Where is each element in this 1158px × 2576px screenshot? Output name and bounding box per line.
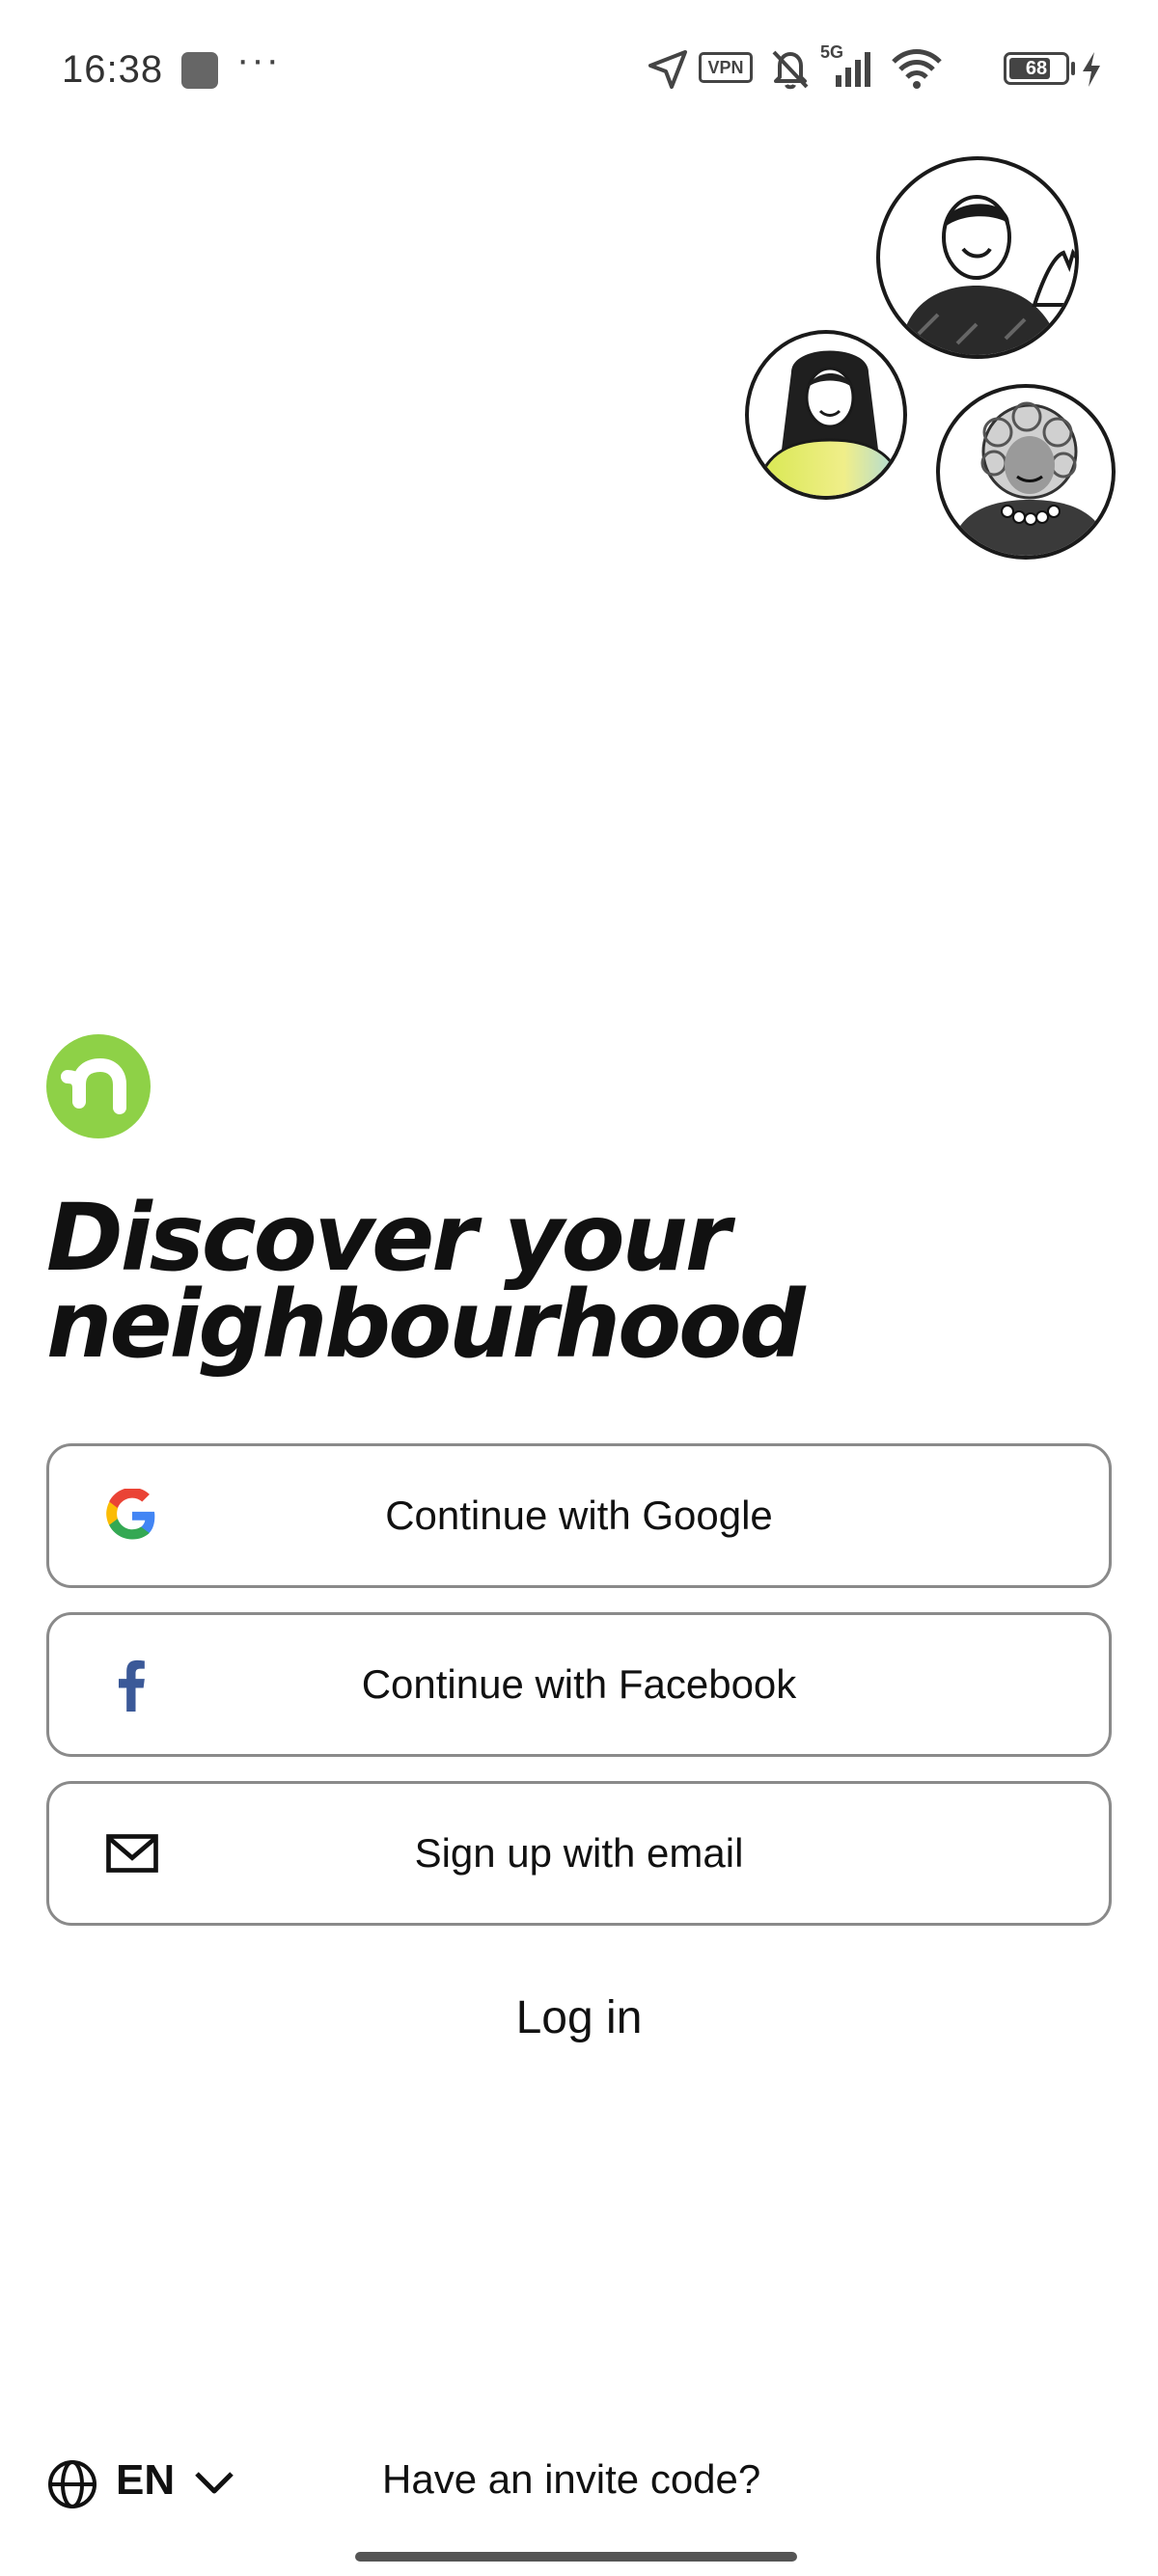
app-notification-icon <box>181 52 218 89</box>
continue-with-facebook-button[interactable]: Continue with Facebook <box>46 1612 1112 1757</box>
status-bar: 16:38 ··· VPN 5G 68 <box>0 0 1158 135</box>
location-arrow-icon <box>648 50 687 89</box>
battery-tip <box>1071 62 1075 75</box>
battery-icon: 68 <box>1004 52 1069 85</box>
neighbour-illustration-woman <box>745 330 907 500</box>
headline-line-2: neighbourhood <box>46 1271 806 1379</box>
nextdoor-logo-icon <box>46 1034 151 1138</box>
page-title: Discover your neighbourhood <box>46 1192 1108 1371</box>
more-notifications-icon: ··· <box>236 39 281 81</box>
status-icons: VPN 5G 68 <box>647 42 1100 96</box>
invite-code-link[interactable]: Have an invite code? <box>382 2456 760 2503</box>
facebook-button-label: Continue with Facebook <box>361 1661 797 1707</box>
language-code: EN <box>116 2456 176 2504</box>
neighbour-illustration-man <box>876 156 1079 359</box>
signal-icon <box>836 52 870 87</box>
globe-icon <box>48 2460 96 2508</box>
email-button-label: Sign up with email <box>414 1830 744 1876</box>
google-button-label: Continue with Google <box>385 1493 773 1538</box>
home-indicator[interactable] <box>355 2552 797 2562</box>
battery-level: 68 <box>1025 58 1048 79</box>
charging-icon <box>1083 52 1100 87</box>
neighbour-illustration-elder <box>936 384 1116 560</box>
wifi-icon <box>892 49 942 89</box>
continue-with-google-button[interactable]: Continue with Google <box>46 1443 1112 1588</box>
status-time: 16:38 <box>62 48 164 91</box>
log-in-link[interactable]: Log in <box>0 1991 1158 2044</box>
vpn-icon: VPN <box>699 52 753 83</box>
mute-bell-icon <box>772 50 809 90</box>
language-selector[interactable]: EN <box>46 2451 239 2512</box>
sign-up-with-email-button[interactable]: Sign up with email <box>46 1781 1112 1926</box>
chevron-down-icon <box>195 2472 234 2494</box>
